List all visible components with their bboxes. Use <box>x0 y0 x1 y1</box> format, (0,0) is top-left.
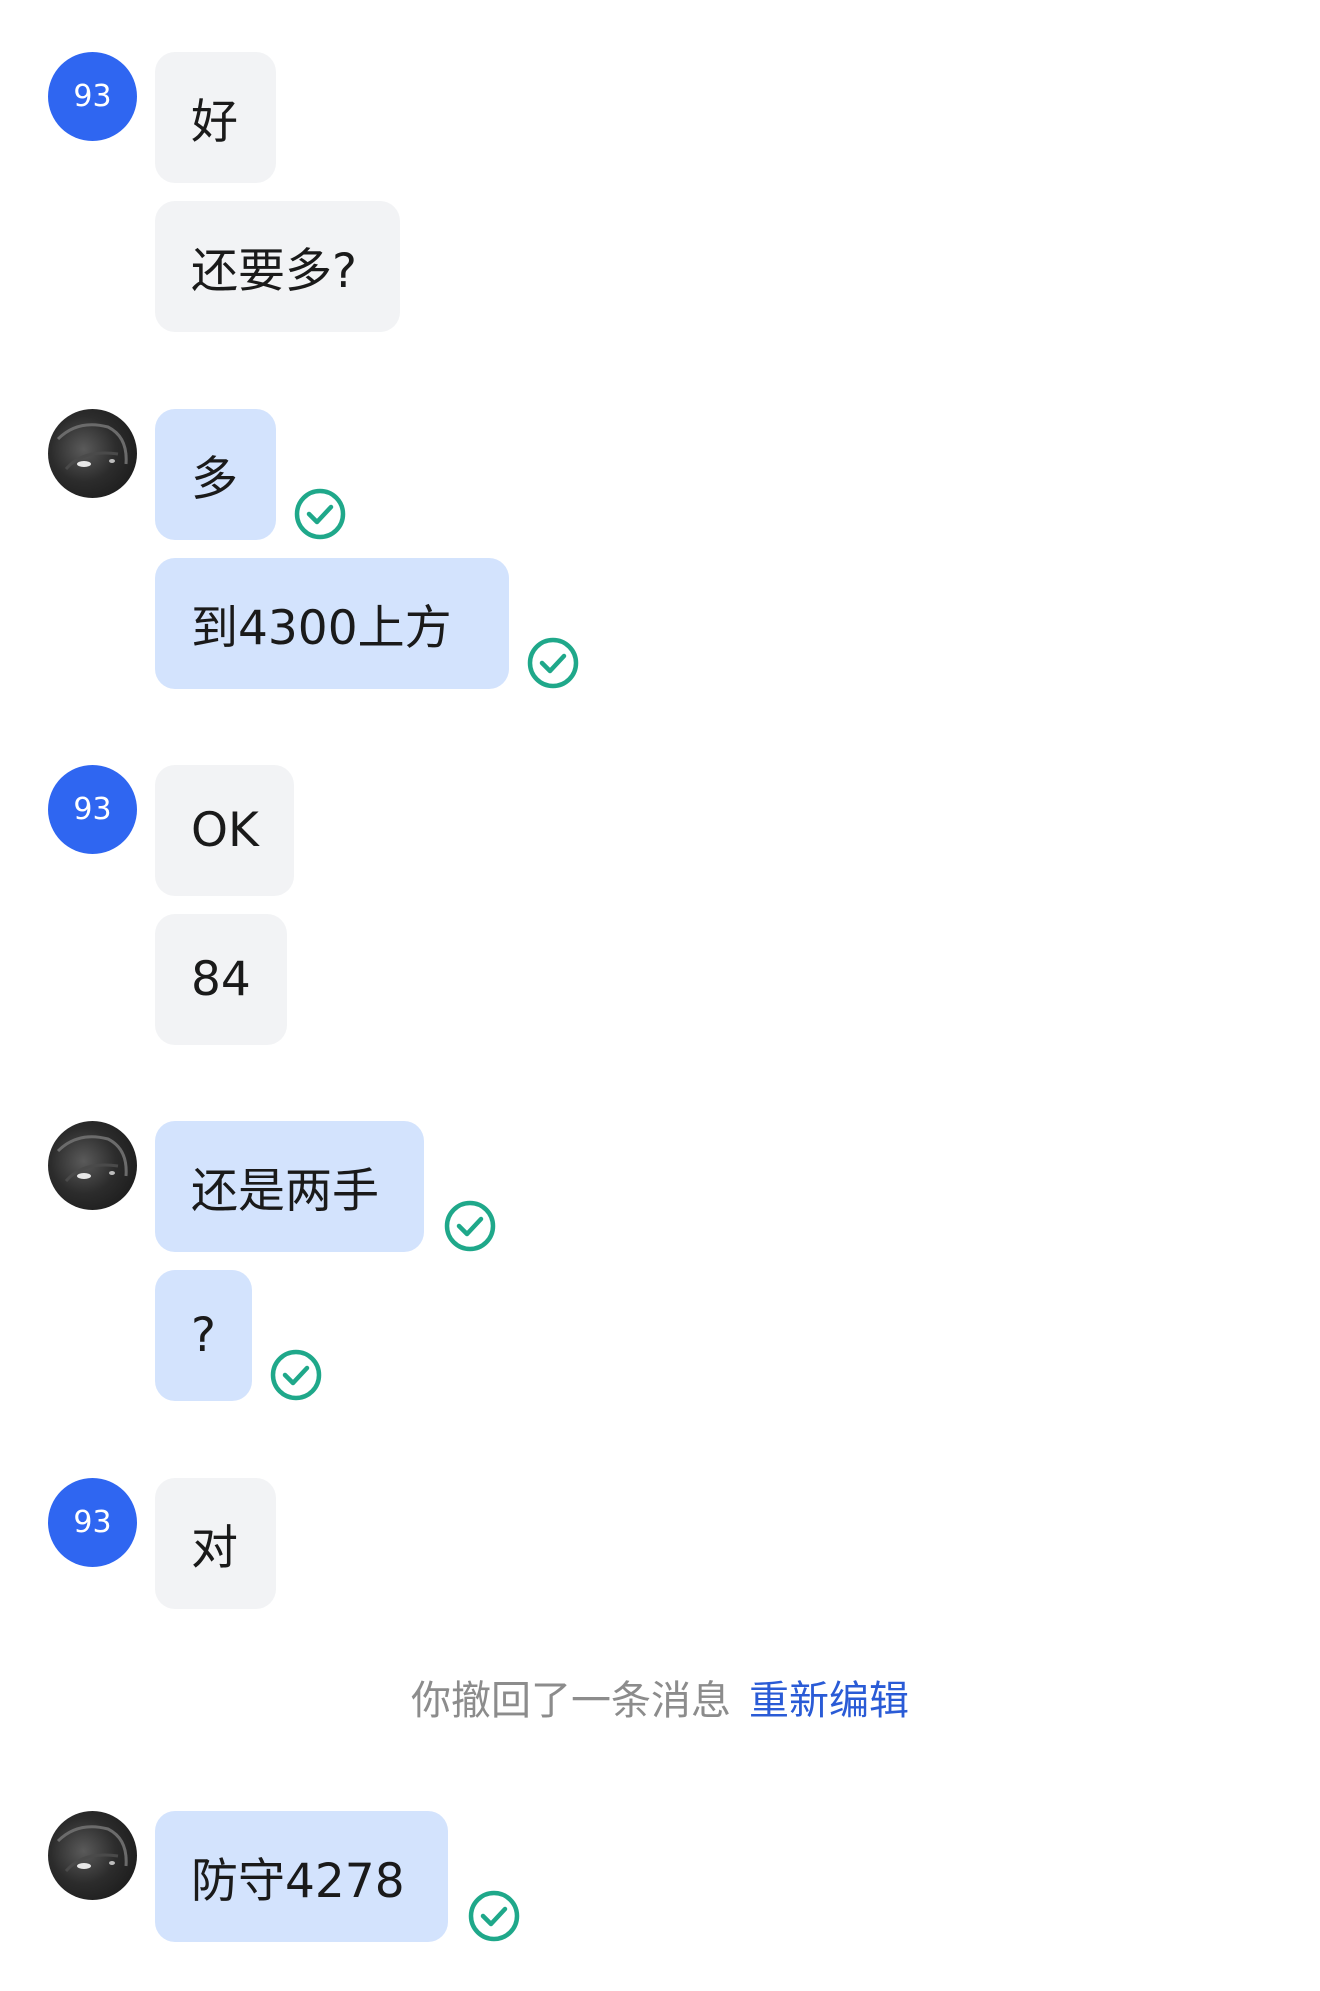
message-bubble-outgoing[interactable]: 多 <box>155 409 276 540</box>
message-bubble-incoming[interactable]: OK <box>155 765 294 896</box>
message-text: 还要多? <box>191 244 357 299</box>
recall-notice: 你撤回了一条消息 重新编辑 <box>0 1668 1320 1724</box>
message-bubble-incoming[interactable]: 对 <box>155 1478 276 1609</box>
recall-notice-text: 你撤回了一条消息 <box>411 1678 731 1724</box>
my-avatar[interactable] <box>48 1121 137 1210</box>
contact-avatar[interactable]: 93 <box>48 52 137 141</box>
message-bubble-incoming[interactable]: 好 <box>155 52 276 183</box>
message-bubble-incoming[interactable]: 还要多? <box>155 201 400 332</box>
check-circle-icon <box>527 637 579 689</box>
check-circle-icon <box>270 1349 322 1401</box>
message-text: 防守4278 <box>191 1854 405 1909</box>
my-avatar[interactable] <box>48 1811 137 1900</box>
message-bubble-outgoing[interactable]: 防守4278 <box>155 1811 448 1942</box>
message-text: 对 <box>191 1521 238 1576</box>
message-bubble-incoming[interactable]: 84 <box>155 914 287 1045</box>
message-bubble-outgoing[interactable]: 还是两手 <box>155 1121 424 1252</box>
message-text: 84 <box>191 952 251 1007</box>
re-edit-link[interactable]: 重新编辑 <box>749 1678 909 1724</box>
check-circle-icon <box>444 1200 496 1252</box>
message-bubble-outgoing[interactable]: ? <box>155 1270 252 1401</box>
avatar-image <box>56 1135 128 1183</box>
message-text: ? <box>191 1308 216 1363</box>
message-text: 好 <box>191 95 238 150</box>
message-bubble-outgoing[interactable]: 到4300上方 <box>155 558 509 689</box>
avatar-initials: 93 <box>73 792 112 827</box>
check-circle-icon <box>468 1890 520 1942</box>
avatar-image <box>56 1825 128 1873</box>
contact-avatar[interactable]: 93 <box>48 1478 137 1567</box>
avatar-initials: 93 <box>73 79 112 114</box>
check-circle-icon <box>294 488 346 540</box>
message-text: 到4300上方 <box>191 601 452 656</box>
message-text: OK <box>191 803 259 858</box>
avatar-initials: 93 <box>73 1505 112 1540</box>
message-text: 多 <box>191 452 238 507</box>
avatar-image <box>56 423 128 471</box>
contact-avatar[interactable]: 93 <box>48 765 137 854</box>
my-avatar[interactable] <box>48 409 137 498</box>
message-text: 还是两手 <box>191 1164 379 1219</box>
